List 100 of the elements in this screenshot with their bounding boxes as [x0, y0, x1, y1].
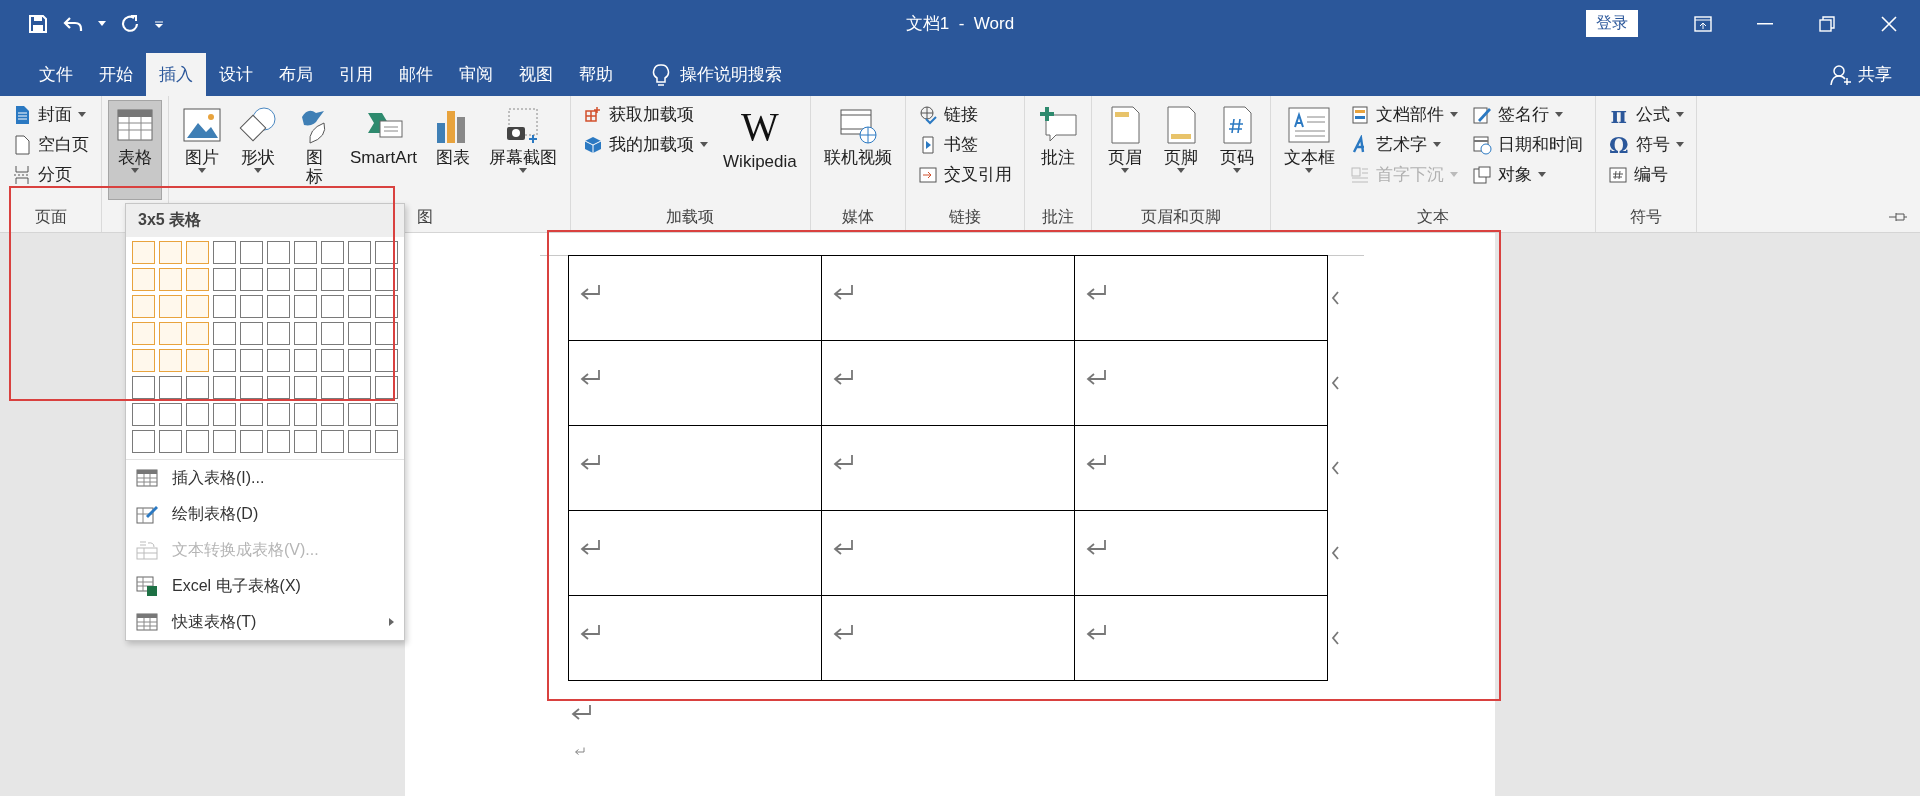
- grid-cell[interactable]: [132, 268, 155, 291]
- share-button[interactable]: 共享: [1824, 53, 1898, 96]
- ribbon-button[interactable]: 艺术字: [1345, 130, 1462, 159]
- grid-cell[interactable]: [159, 403, 182, 426]
- grid-cell[interactable]: [375, 403, 398, 426]
- ribbon-button[interactable]: 交叉引用: [913, 160, 1016, 189]
- grid-cell[interactable]: [294, 268, 317, 291]
- menu-item[interactable]: 快速表格(T): [126, 604, 404, 640]
- grid-cell[interactable]: [186, 430, 209, 453]
- grid-cell[interactable]: [186, 268, 209, 291]
- menu-item[interactable]: 绘制表格(D): [126, 496, 404, 532]
- ribbon-button[interactable]: 屏幕截图: [482, 100, 565, 200]
- grid-cell[interactable]: [267, 241, 290, 264]
- ribbon-button[interactable]: 日期和时间: [1467, 130, 1587, 159]
- ribbon-tab[interactable]: 邮件: [386, 53, 446, 96]
- ribbon-tab[interactable]: 插入: [146, 53, 206, 96]
- grid-cell[interactable]: [240, 403, 263, 426]
- grid-cell[interactable]: [267, 403, 290, 426]
- menu-item[interactable]: Excel 电子表格(X): [126, 568, 404, 604]
- grid-cell[interactable]: [321, 403, 344, 426]
- grid-cell[interactable]: [159, 241, 182, 264]
- grid-cell[interactable]: [186, 349, 209, 372]
- grid-cell[interactable]: [375, 268, 398, 291]
- ribbon-tab[interactable]: 开始: [86, 53, 146, 96]
- ribbon-tab[interactable]: 设计: [206, 53, 266, 96]
- ribbon-button[interactable]: 分页: [8, 160, 93, 189]
- grid-cell[interactable]: [186, 295, 209, 318]
- grid-cell[interactable]: [294, 349, 317, 372]
- grid-cell[interactable]: [159, 349, 182, 372]
- grid-cell[interactable]: [132, 376, 155, 399]
- ribbon-button[interactable]: 空白页: [8, 130, 93, 159]
- grid-cell[interactable]: [375, 322, 398, 345]
- table-cell[interactable]: [1074, 255, 1328, 341]
- grid-cell[interactable]: [240, 349, 263, 372]
- grid-cell[interactable]: [240, 376, 263, 399]
- grid-cell[interactable]: [375, 430, 398, 453]
- grid-cell[interactable]: [321, 322, 344, 345]
- ribbon-button[interactable]: 形状: [231, 100, 285, 200]
- table-cell[interactable]: [568, 255, 822, 341]
- ribbon-button[interactable]: 图表: [426, 100, 481, 200]
- grid-cell[interactable]: [132, 403, 155, 426]
- grid-cell[interactable]: [213, 349, 236, 372]
- ribbon-tab[interactable]: 文件: [26, 53, 86, 96]
- grid-cell[interactable]: [186, 322, 209, 345]
- grid-cell[interactable]: [294, 322, 317, 345]
- grid-cell[interactable]: [375, 241, 398, 264]
- grid-cell[interactable]: [294, 430, 317, 453]
- grid-cell[interactable]: [348, 430, 371, 453]
- grid-cell[interactable]: [213, 322, 236, 345]
- ribbon-button[interactable]: 获取加载项: [579, 100, 713, 129]
- grid-cell[interactable]: [159, 295, 182, 318]
- grid-cell[interactable]: [267, 430, 290, 453]
- ribbon-button[interactable]: 图片: [175, 100, 229, 200]
- ribbon-tab[interactable]: 审阅: [446, 53, 506, 96]
- grid-cell[interactable]: [321, 376, 344, 399]
- grid-cell[interactable]: [240, 268, 263, 291]
- table-cell[interactable]: [568, 595, 822, 681]
- grid-cell[interactable]: [240, 295, 263, 318]
- grid-cell[interactable]: [321, 241, 344, 264]
- grid-cell[interactable]: [213, 376, 236, 399]
- grid-cell[interactable]: [348, 376, 371, 399]
- grid-cell[interactable]: [132, 295, 155, 318]
- grid-cell[interactable]: [159, 376, 182, 399]
- grid-cell[interactable]: [240, 241, 263, 264]
- grid-cell[interactable]: [213, 430, 236, 453]
- ribbon-button[interactable]: 表格: [108, 100, 162, 200]
- ribbon-button[interactable]: 签名行: [1467, 100, 1587, 129]
- grid-cell[interactable]: [186, 376, 209, 399]
- grid-cell[interactable]: [321, 295, 344, 318]
- sign-in-button[interactable]: 登录: [1586, 10, 1638, 37]
- ribbon-tab[interactable]: 引用: [326, 53, 386, 96]
- ribbon-button[interactable]: 文本框: [1276, 100, 1342, 200]
- ribbon-button[interactable]: 页码: [1209, 100, 1264, 200]
- grid-cell[interactable]: [348, 241, 371, 264]
- grid-cell[interactable]: [132, 241, 155, 264]
- grid-cell[interactable]: [240, 430, 263, 453]
- grid-cell[interactable]: [348, 295, 371, 318]
- grid-cell[interactable]: [348, 322, 371, 345]
- ribbon-button[interactable]: 页脚: [1153, 100, 1208, 200]
- ribbon-button[interactable]: 书签: [913, 130, 1016, 159]
- ribbon-button[interactable]: 对象: [1467, 160, 1587, 189]
- grid-cell[interactable]: [186, 403, 209, 426]
- grid-cell[interactable]: [294, 403, 317, 426]
- grid-cell[interactable]: [186, 241, 209, 264]
- grid-cell[interactable]: [213, 241, 236, 264]
- grid-cell[interactable]: [267, 349, 290, 372]
- grid-cell[interactable]: [348, 403, 371, 426]
- grid-cell[interactable]: [375, 295, 398, 318]
- ribbon-tab[interactable]: 视图: [506, 53, 566, 96]
- grid-cell[interactable]: [267, 268, 290, 291]
- grid-cell[interactable]: [267, 376, 290, 399]
- grid-cell[interactable]: [159, 322, 182, 345]
- ribbon-button[interactable]: 联机视频: [816, 100, 899, 200]
- grid-cell[interactable]: [375, 349, 398, 372]
- grid-cell[interactable]: [348, 268, 371, 291]
- grid-cell[interactable]: [375, 376, 398, 399]
- grid-cell[interactable]: [159, 268, 182, 291]
- grid-cell[interactable]: [321, 349, 344, 372]
- ribbon-button[interactable]: SmartArt: [343, 100, 425, 200]
- ribbon-button[interactable]: 图标: [287, 100, 341, 200]
